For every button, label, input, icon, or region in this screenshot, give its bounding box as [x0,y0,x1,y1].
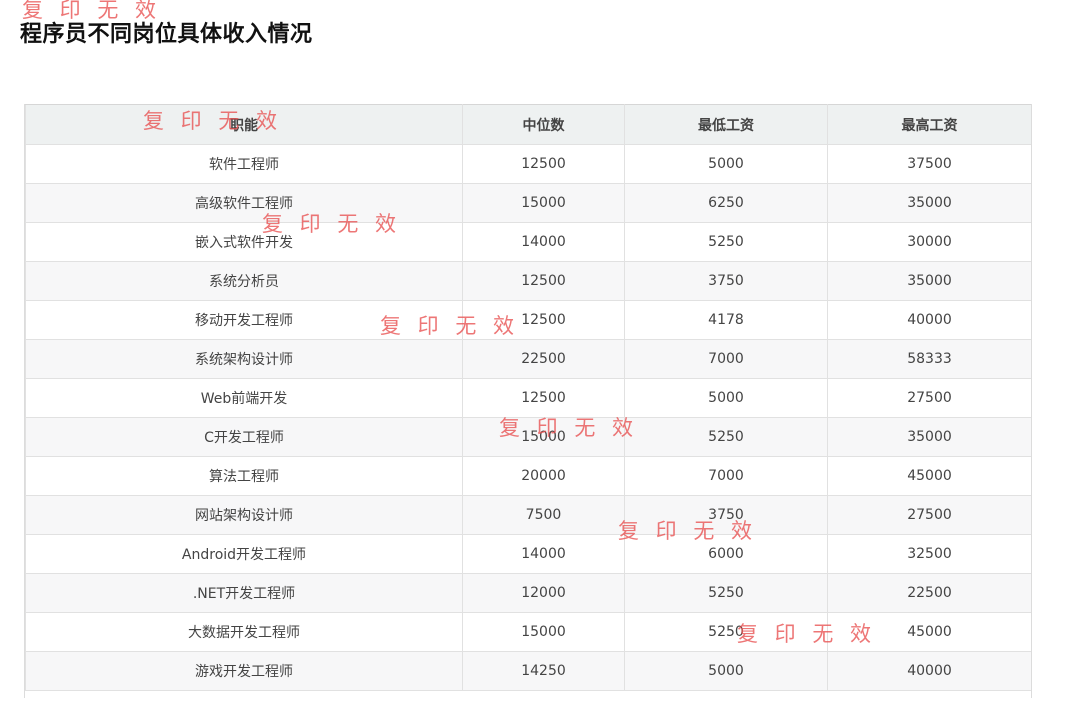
cell-min-salary: 3750 [624,261,828,301]
table-row: 网站架构设计师 7500 3750 27500 [25,495,1031,535]
table-row: 移动开发工程师 12500 4178 40000 [25,300,1031,340]
cell-role: Android开发工程师 [25,534,463,574]
cell-min-salary: 5250 [624,573,828,613]
cell-median: 15000 [462,612,625,652]
page-title: 程序员不同岗位具体收入情况 [20,22,313,47]
table-row: C开发工程师 15000 5250 35000 [25,417,1031,457]
cell-min-salary: 5000 [624,651,828,691]
header-median: 中位数 [462,104,625,145]
table-row: 游戏开发工程师 14250 5000 40000 [25,651,1031,691]
cell-max-salary: 40000 [827,651,1031,691]
cell-role: 系统分析员 [25,261,463,301]
cell-max-salary: 30000 [827,222,1031,262]
cell-median: 15000 [462,417,625,457]
cell-max-salary: 35000 [827,417,1031,457]
cell-median: 20000 [462,456,625,496]
header-max-salary: 最高工资 [827,104,1031,145]
cell-median: 15000 [462,183,625,223]
cell-min-salary: 5250 [624,417,828,457]
cell-role: .NET开发工程师 [25,573,463,613]
table-row: 大数据开发工程师 15000 5250 45000 [25,612,1031,652]
cell-median: 7500 [462,495,625,535]
salary-table-container: 职能 中位数 最低工资 最高工资 软件工程师 12500 5000 37500 高级软件… [24,104,1032,698]
header-min-salary: 最低工资 [624,104,828,145]
cell-median: 12500 [462,300,625,340]
cell-min-salary: 7000 [624,339,828,379]
cell-min-salary: 5250 [624,222,828,262]
table-row: 高级软件工程师 15000 6250 35000 [25,183,1031,223]
cell-role: 高级软件工程师 [25,183,463,223]
cell-min-salary: 5250 [624,612,828,652]
cell-max-salary: 27500 [827,495,1031,535]
table-header-row: 职能 中位数 最低工资 最高工资 [25,104,1031,145]
cell-max-salary: 45000 [827,612,1031,652]
table-row: Android开发工程师 14000 6000 32500 [25,534,1031,574]
cell-max-salary: 35000 [827,261,1031,301]
cell-role: C开发工程师 [25,417,463,457]
cell-max-salary: 32500 [827,534,1031,574]
cell-min-salary: 3750 [624,495,828,535]
table-row: 软件工程师 12500 5000 37500 [25,144,1031,184]
cell-role: Web前端开发 [25,378,463,418]
header-role: 职能 [25,104,463,145]
cell-median: 14000 [462,222,625,262]
cell-median: 22500 [462,339,625,379]
cell-median: 14000 [462,534,625,574]
cell-max-salary: 27500 [827,378,1031,418]
cell-role: 移动开发工程师 [25,300,463,340]
cell-max-salary: 22500 [827,573,1031,613]
cell-min-salary: 6250 [624,183,828,223]
table-row: 嵌入式软件开发 14000 5250 30000 [25,222,1031,262]
cell-role: 系统架构设计师 [25,339,463,379]
table-row: 系统架构设计师 22500 7000 58333 [25,339,1031,379]
cell-min-salary: 5000 [624,378,828,418]
cell-max-salary: 45000 [827,456,1031,496]
cell-median: 12000 [462,573,625,613]
cell-role: 游戏开发工程师 [25,651,463,691]
table-row: 系统分析员 12500 3750 35000 [25,261,1031,301]
cell-max-salary: 35000 [827,183,1031,223]
cell-min-salary: 7000 [624,456,828,496]
cell-median: 12500 [462,144,625,184]
cell-median: 12500 [462,378,625,418]
cell-max-salary: 37500 [827,144,1031,184]
salary-table: 职能 中位数 最低工资 最高工资 软件工程师 12500 5000 37500 高级软件… [25,104,1031,691]
table-row: .NET开发工程师 12000 5250 22500 [25,573,1031,613]
cell-role: 网站架构设计师 [25,495,463,535]
table-row: Web前端开发 12500 5000 27500 [25,378,1031,418]
cell-median: 14250 [462,651,625,691]
cell-role: 大数据开发工程师 [25,612,463,652]
cell-min-salary: 5000 [624,144,828,184]
cell-max-salary: 58333 [827,339,1031,379]
cell-role: 算法工程师 [25,456,463,496]
cell-min-salary: 6000 [624,534,828,574]
cell-median: 12500 [462,261,625,301]
cell-role: 软件工程师 [25,144,463,184]
cell-role: 嵌入式软件开发 [25,222,463,262]
cell-min-salary: 4178 [624,300,828,340]
table-row: 算法工程师 20000 7000 45000 [25,456,1031,496]
cell-max-salary: 40000 [827,300,1031,340]
